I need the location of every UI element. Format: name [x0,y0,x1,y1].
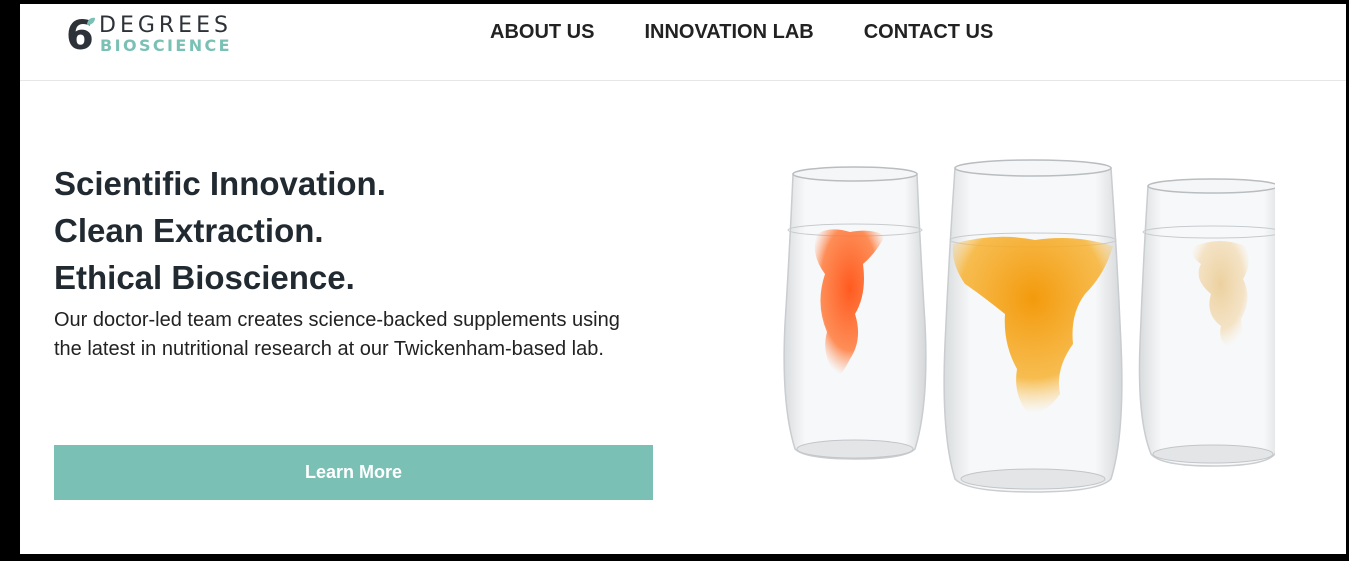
main-nav: ABOUT US INNOVATION LAB CONTACT US [490,20,993,46]
site-header: 6 DEGREES BIOSCIENCE ABOUT US INNOVATION… [20,4,1346,81]
nav-innovation-lab[interactable]: INNOVATION LAB [644,20,813,46]
hero-headline: Scientific Innovation. Clean Extraction.… [54,160,386,301]
glasses-image [783,159,1275,493]
logo-word-degrees: DEGREES [99,13,232,38]
glass-cream [1138,178,1275,467]
headline-line-2: Clean Extraction. [54,212,324,249]
browser-viewport: 6 DEGREES BIOSCIENCE ABOUT US INNOVATION… [20,4,1346,554]
logo-word-bioscience: BIOSCIENCE [100,36,232,55]
leaf-icon [87,17,95,25]
hero-description: Our doctor-led team creates science-back… [54,309,620,360]
glass-orange [943,159,1123,493]
headline-line-1: Scientific Innovation. [54,165,386,202]
headline-line-3: Ethical Bioscience. [54,259,355,296]
learn-more-button[interactable]: Learn More [54,445,653,500]
nav-about-us[interactable]: ABOUT US [490,20,594,46]
glass-red [783,166,927,460]
site-logo[interactable]: 6 DEGREES BIOSCIENCE [66,14,256,58]
nav-contact-us[interactable]: CONTACT US [864,20,994,46]
